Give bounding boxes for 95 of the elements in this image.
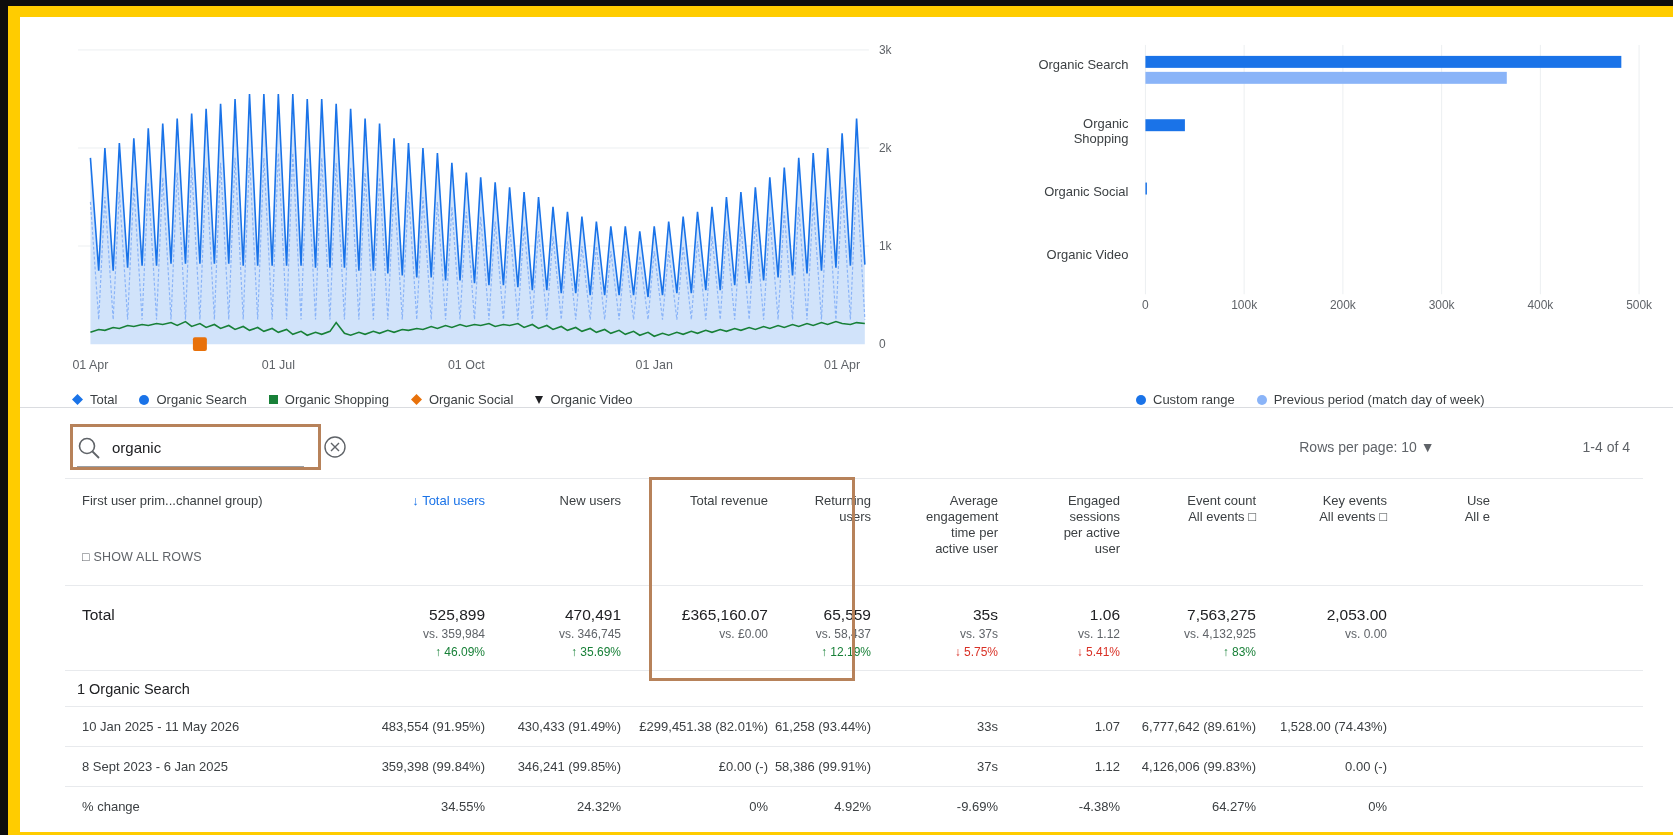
metric-total: 35s — [973, 605, 998, 625]
table-cell-text: 346,241 (99.85%) — [516, 758, 621, 776]
table-cell-text: 37s — [976, 758, 998, 776]
metric-total: £365,160.07 — [681, 605, 768, 625]
metric-total: 7,563,275 — [1187, 605, 1256, 625]
axis-label: 01 Jul — [261, 358, 295, 373]
change-percentage: ↓ 5.41% — [1076, 644, 1120, 661]
comparison-value: vs. £0.00 — [719, 626, 768, 643]
change-percentage: ↑ 46.09% — [434, 644, 485, 661]
show-all-rows-button[interactable]: □ SHOW ALL ROWS — [82, 550, 202, 564]
column-subtitle: All events □ — [1188, 509, 1256, 525]
change-percentage: ↑ 35.69% — [570, 644, 621, 661]
axis-label: 0 — [1142, 298, 1149, 313]
comparison-value: vs. 1.12 — [1077, 626, 1120, 643]
column-header[interactable]: First user prim...channel group) — [82, 493, 263, 509]
category-label: Organic Shopping — [1073, 116, 1129, 147]
table-cell-text: 483,554 (91.95%) — [380, 718, 485, 736]
axis-label: 01 Oct — [447, 358, 485, 373]
metric-total: 2,053.00 — [1326, 605, 1387, 625]
axis-label: 2k — [878, 140, 892, 155]
point-marker — [192, 337, 207, 352]
axis-label: 01 Apr — [72, 358, 109, 373]
table-cell-text: -9.69% — [955, 798, 998, 816]
column-header[interactable]: Key events — [1322, 493, 1387, 509]
axis-label: 0 — [878, 337, 886, 352]
table-cell-text: 430,433 (91.49%) — [516, 718, 621, 736]
axis-label: 01 Apr — [824, 358, 861, 373]
table-cell-text: 4.92% — [833, 798, 871, 816]
search-field[interactable]: organic — [112, 439, 262, 456]
axis-label: 3k — [878, 42, 892, 57]
table-cell-text: 4,126,006 (99.83%) — [1140, 758, 1256, 776]
change-percentage: ↓ 5.75% — [954, 644, 998, 661]
group-label: 1 Organic Search — [77, 680, 190, 697]
category-label: Organic Video — [1046, 246, 1129, 262]
legend-label: Total — [90, 392, 118, 407]
legend-label: Organic Video — [550, 392, 633, 407]
table-cell-text: -4.38% — [1077, 798, 1120, 816]
column-header[interactable]: Engaged sessions per active user — [1058, 493, 1120, 557]
table-cell-text: 0.00 (-) — [1344, 758, 1387, 776]
bar — [1145, 119, 1185, 132]
comparison-value: vs. 346,745 — [558, 626, 621, 643]
table-cell-text: 10 Jan 2025 - 11 May 2026 — [81, 718, 241, 736]
table-cell-text: 61,258 (93.44%) — [773, 718, 871, 736]
table-cell-text: 1,528.00 (74.43%) — [1279, 718, 1387, 736]
axis-label: 300k — [1428, 298, 1455, 313]
metric-total: 525,899 — [428, 605, 485, 625]
table-cell-text: 64.27% — [1210, 798, 1256, 816]
axis-label: 400k — [1527, 298, 1554, 313]
change-percentage: ↑ 83% — [1222, 644, 1256, 661]
column-subtitle: All events □ — [1319, 509, 1387, 525]
legend-label: Organic Shopping — [284, 392, 389, 407]
column-header[interactable]: Use — [1466, 493, 1490, 509]
axis-label: 1k — [878, 239, 892, 254]
table-cell-text: % change — [81, 798, 141, 816]
axis-label: 100k — [1231, 298, 1258, 313]
table-cell-text: £0.00 (-) — [717, 758, 768, 776]
table-cell-text: 58,386 (99.91%) — [773, 758, 871, 776]
column-header[interactable]: Event count — [1187, 493, 1256, 509]
legend-label: Previous period (match day of week) — [1273, 392, 1485, 407]
table-cell-text: 1.12 — [1093, 758, 1120, 776]
rows-per-page-select[interactable]: Rows per page: 10 ▼ — [1299, 439, 1435, 455]
comparison-value: vs. 359,984 — [422, 626, 485, 643]
comparison-value: vs. 4,132,925 — [1183, 626, 1256, 643]
table-cell-text: 33s — [976, 718, 998, 736]
column-header[interactable]: Average engagement time per active user — [926, 493, 998, 557]
column-header[interactable]: New users — [559, 493, 621, 509]
table-cell-text: 0% — [1367, 798, 1387, 816]
axis-label: 500k — [1626, 298, 1653, 313]
table-cell-text: 1.07 — [1093, 718, 1120, 736]
table-cell-text: £299,451.38 (82.01%) — [638, 718, 768, 736]
metric-total: 1.06 — [1089, 605, 1120, 625]
table-cell-text: 359,398 (99.84%) — [380, 758, 485, 776]
legend-label: Custom range — [1153, 392, 1235, 407]
comparison-value: vs. 0.00 — [1344, 626, 1387, 643]
column-subtitle: All e — [1464, 509, 1490, 525]
category-label: Organic Social — [1044, 183, 1129, 199]
column-header[interactable]: Total revenue — [689, 493, 768, 509]
table-cell-text: 8 Sept 2023 - 6 Jan 2025 — [81, 758, 229, 776]
metric-total: 470,491 — [564, 605, 621, 625]
pagination-label: 1-4 of 4 — [1582, 439, 1630, 455]
legend-label: Organic Search — [156, 392, 247, 407]
legend-label: Organic Social — [428, 392, 514, 407]
clear-button[interactable] — [323, 435, 347, 459]
close-icon — [324, 436, 346, 458]
total-label: Total — [82, 605, 115, 625]
axis-label: 200k — [1329, 298, 1356, 313]
axis-label: 01 Jan — [635, 358, 673, 373]
search-icon — [78, 436, 100, 459]
table-cell-text: 6,777,642 (89.61%) — [1140, 718, 1256, 736]
comparison-value: vs. 37s — [960, 626, 998, 643]
category-label: Organic Search — [1038, 56, 1129, 72]
table-cell-text: 34.55% — [439, 798, 485, 816]
table-cell-text: 0% — [748, 798, 768, 816]
column-header[interactable]: ↓ Total users — [412, 493, 485, 509]
table-cell-text: 24.32% — [575, 798, 621, 816]
